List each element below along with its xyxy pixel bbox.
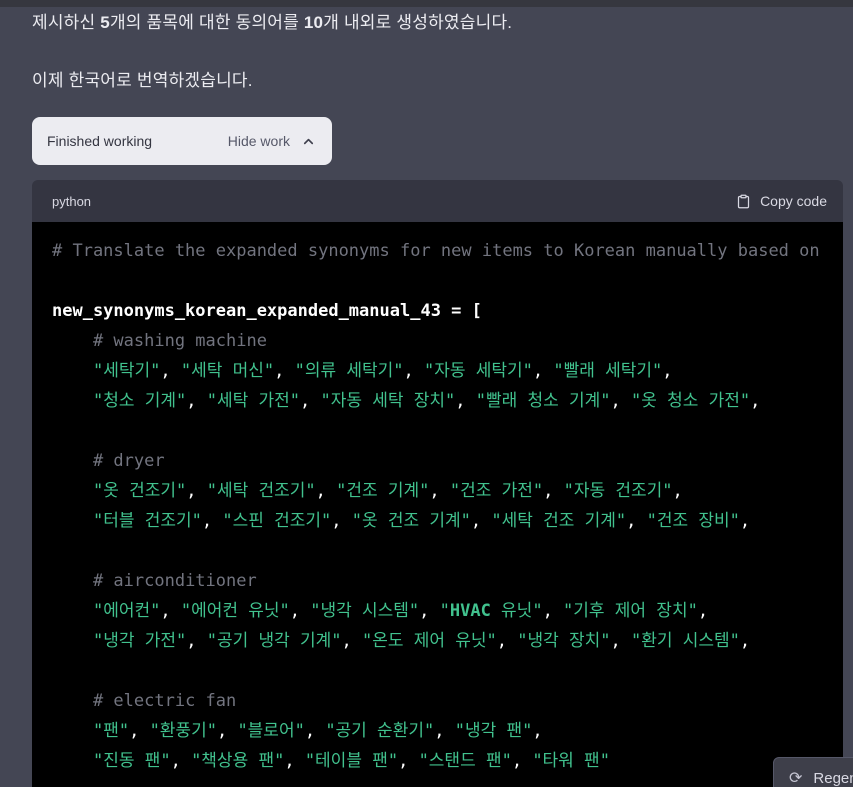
code-line: # Translate the expanded synonyms for ne… [52,241,820,261]
code-block: python Copy code # Translate the expande… [32,180,843,787]
regenerate-label: Regenerate [813,770,853,787]
finished-working-toggle[interactable]: Finished working Hide work [32,117,332,165]
message-text: 개 내외로 생성하였습니다. [323,13,513,32]
clipboard-icon [736,193,751,210]
chat-screen: 제시하신 5개의 품목에 대한 동의어를 10개 내외로 생성하였습니다. 이제… [0,0,853,787]
message-bold-number: 5 [100,13,110,32]
code-line: # electric fan [92,691,237,711]
code-block-header: python Copy code [32,180,843,222]
previous-message-edge [0,0,853,7]
code-line: # dryer [92,451,165,471]
code-line: "냉각 가전", "공기 냉각 기계", "온도 제어 유닛", "냉각 장치"… [92,631,751,651]
copy-code-button[interactable]: Copy code [736,193,827,210]
code-line: "팬", "환풍기", "블로어", "공기 순환기", "냉각 팬", [92,721,543,741]
code-line: "터블 건조기", "스핀 건조기", "옷 건조 기계", "세탁 건조 기계… [92,511,751,531]
regenerate-button[interactable]: ⟳ Regenerate [773,757,853,787]
hide-work-control[interactable]: Hide work [228,133,316,149]
message-text: 개의 품목에 대한 동의어를 [109,13,304,32]
message-text: 제시하신 [32,13,101,32]
refresh-icon: ⟳ [789,770,803,787]
code-line: "세탁기", "세탁 머신", "의류 세탁기", "자동 세탁기", "빨래 … [92,361,673,381]
hide-work-label: Hide work [227,133,290,149]
code-line: new_synonyms_korean_expanded_manual_43 =… [52,301,482,321]
code-line: "진동 팬", "책상용 팬", "테이블 팬", "스탠드 팬", "타워 팬… [92,751,610,771]
code-body: # Translate the expanded synonyms for ne… [32,222,843,787]
work-status-label: Finished working [47,133,153,149]
copy-code-label: Copy code [760,193,827,209]
code-line: # airconditioner [92,571,257,591]
code-language-label: python [52,193,92,209]
assistant-message-line-2: 이제 한국어로 번역하겠습니다. [32,71,253,90]
code-line: "옷 건조기", "세탁 건조기", "건조 기계", "건조 가전", "자동… [92,481,683,501]
message-bold-number: 10 [303,13,324,32]
code-line: "에어컨", "에어컨 유닛", "냉각 시스템", "HVAC 유닛", "기… [92,601,709,621]
chevron-up-icon [301,134,316,149]
assistant-message-line-1: 제시하신 5개의 품목에 대한 동의어를 10개 내외로 생성하였습니다. [32,10,512,36]
code-line: "청소 기계", "세탁 가전", "자동 세탁 장치", "빨래 청소 기계"… [92,391,761,411]
code-line: # washing machine [92,331,267,351]
